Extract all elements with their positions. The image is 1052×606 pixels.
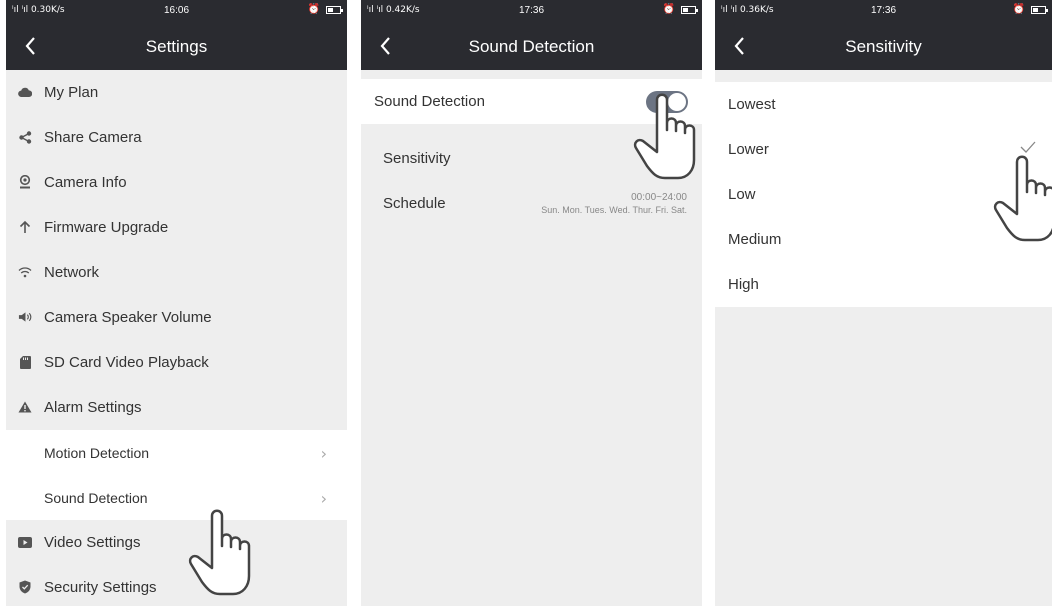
cloud-icon — [18, 85, 32, 99]
settings-item-label: Video Settings — [44, 534, 141, 551]
video-icon — [18, 535, 32, 549]
settings-item-label: Camera Speaker Volume — [44, 309, 212, 326]
settings-item-label: SD Card Video Playback — [44, 354, 209, 371]
sub-item-motion-detection[interactable]: Motion Detection › — [6, 430, 347, 475]
toggle-label: Sound Detection — [374, 93, 485, 110]
settings-item-label: Camera Info — [44, 174, 127, 191]
option-label: Low — [728, 186, 756, 203]
sd-card-icon — [18, 355, 32, 369]
schedule-time: 00:00~24:00 — [631, 192, 687, 203]
wifi-icon — [18, 265, 32, 279]
page-title: Sensitivity — [845, 37, 922, 56]
sub-item-sound-detection[interactable]: Sound Detection › — [6, 475, 347, 520]
sensitivity-label: Sensitivity — [383, 150, 451, 167]
settings-item-label: My Plan — [44, 84, 99, 101]
option-high[interactable]: High — [715, 262, 1052, 307]
settings-list: My Plan Share Camera Camera Info Firmwar… — [6, 70, 347, 430]
battery-icon — [1031, 5, 1048, 14]
alarm-clock-icon: ⏰ — [1012, 4, 1025, 15]
clock: 17:36 — [518, 5, 545, 16]
settings-item-label: Firmware Upgrade — [44, 219, 169, 236]
schedule-days: Sun. Mon. Tues. Wed. Thur. Fri. Sat. — [541, 205, 687, 215]
clock: 16:06 — [163, 5, 190, 16]
camera-icon — [18, 175, 32, 189]
navigation-bar: Settings — [6, 23, 347, 70]
status-bar: ⁱıl ⁱıl 0.30K/s 16:06 ⏰ — [6, 0, 347, 23]
settings-item-sd-card-playback[interactable]: SD Card Video Playback — [6, 340, 347, 385]
clock: 17:36 — [870, 5, 897, 16]
settings-item-camera-speaker-volume[interactable]: Camera Speaker Volume — [6, 295, 347, 340]
alarm-sub-list: Motion Detection › Sound Detection › — [6, 430, 347, 520]
navigation-bar: Sensitivity — [715, 23, 1052, 70]
sub-item-label: Motion Detection — [44, 444, 150, 461]
status-bar: ⁱıl ⁱıl 0.36K/s 17:36 ⏰ — [715, 0, 1052, 23]
settings-item-firmware-upgrade[interactable]: Firmware Upgrade — [6, 205, 347, 250]
settings-item-label: Alarm Settings — [44, 399, 142, 416]
battery-icon — [681, 5, 698, 14]
schedule-row[interactable]: Schedule 00:00~24:00 Sun. Mon. Tues. Wed… — [361, 181, 702, 226]
tap-hand-icon — [188, 509, 251, 596]
chevron-right-icon: › — [320, 489, 327, 508]
alarm-clock-icon: ⏰ — [307, 4, 320, 15]
settings-item-my-plan[interactable]: My Plan — [6, 70, 347, 115]
settings-item-alarm-settings[interactable]: Alarm Settings — [6, 385, 347, 430]
settings-item-label: Share Camera — [44, 129, 142, 146]
settings-list-bottom: Video Settings Security Settings — [6, 520, 347, 606]
sound-detection-screen: ⁱıl ⁱıl 0.42K/s 17:36 ⏰ Sound Detection … — [361, 0, 702, 606]
share-icon — [18, 130, 32, 144]
settings-item-video-settings[interactable]: Video Settings — [6, 520, 347, 565]
status-bar: ⁱıl ⁱıl 0.42K/s 17:36 ⏰ — [361, 0, 702, 23]
alarm-clock-icon: ⏰ — [662, 4, 675, 15]
settings-item-share-camera[interactable]: Share Camera — [6, 115, 347, 160]
sensitivity-screen: ⁱıl ⁱıl 0.36K/s 17:36 ⏰ Sensitivity Lowe… — [715, 0, 1052, 606]
navigation-bar: Sound Detection — [361, 23, 702, 70]
option-label: Lower — [728, 141, 769, 158]
settings-item-network[interactable]: Network — [6, 250, 347, 295]
option-label: Medium — [728, 231, 782, 248]
speaker-icon — [18, 310, 32, 324]
battery-icon — [326, 5, 343, 14]
tap-hand-icon — [993, 155, 1052, 242]
settings-item-label: Network — [44, 264, 100, 281]
schedule-label: Schedule — [383, 195, 446, 212]
settings-item-camera-info[interactable]: Camera Info — [6, 160, 347, 205]
warning-icon — [18, 400, 32, 414]
option-label: Lowest — [728, 96, 776, 113]
sub-item-label: Sound Detection — [44, 489, 148, 506]
settings-screen: ⁱıl ⁱıl 0.30K/s 16:06 ⏰ Settings My Plan… — [6, 0, 347, 606]
tap-hand-icon — [633, 93, 696, 180]
arrow-up-icon — [18, 220, 32, 234]
settings-item-label: Security Settings — [44, 579, 157, 596]
chevron-right-icon: › — [320, 444, 327, 463]
page-title: Sound Detection — [468, 37, 595, 56]
page-title: Settings — [145, 37, 208, 56]
option-lowest[interactable]: Lowest — [715, 82, 1052, 127]
shield-icon — [18, 580, 32, 594]
settings-item-security-settings[interactable]: Security Settings — [6, 565, 347, 606]
option-label: High — [728, 276, 759, 293]
